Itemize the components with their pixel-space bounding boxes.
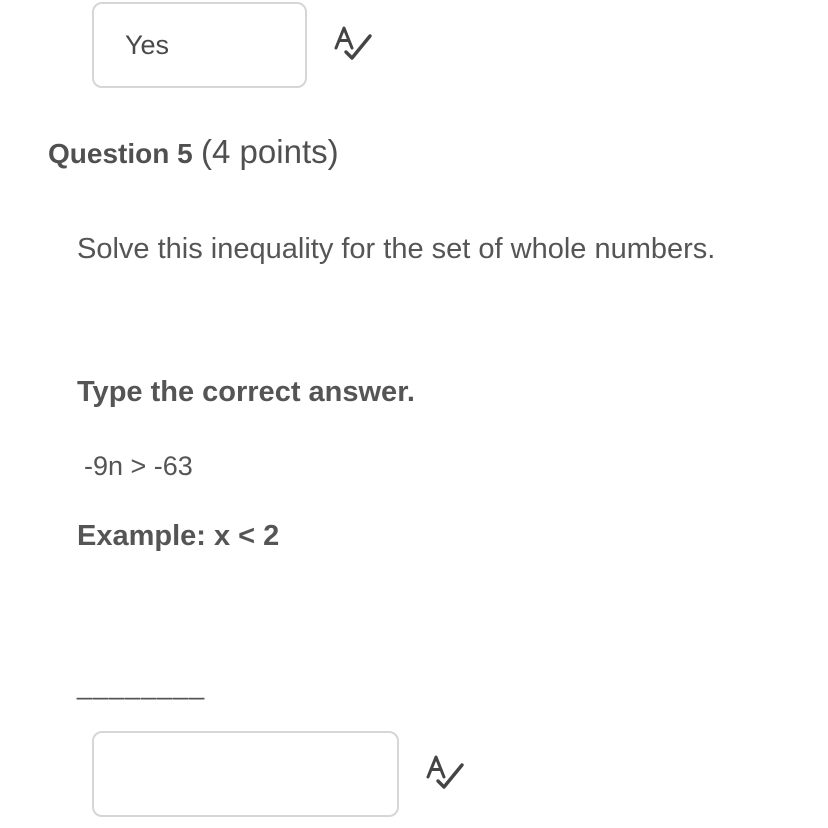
question-number: Question 5 bbox=[48, 138, 193, 169]
answer-blank: ________ bbox=[77, 670, 206, 700]
previous-answer-input[interactable] bbox=[92, 2, 307, 88]
question-heading: Question 5 (4 points) bbox=[48, 133, 339, 171]
spellcheck-icon[interactable] bbox=[332, 22, 376, 66]
question-instruction: Type the correct answer. bbox=[77, 376, 415, 408]
answer-example: Example: x < 2 bbox=[77, 520, 280, 552]
inequality-expression: -9n > -63 bbox=[84, 451, 193, 481]
question-prompt: Solve this inequality for the set of who… bbox=[77, 233, 716, 265]
question-points: (4 points) bbox=[201, 133, 339, 170]
answer-input[interactable] bbox=[92, 731, 399, 817]
spellcheck-icon[interactable] bbox=[424, 751, 468, 795]
